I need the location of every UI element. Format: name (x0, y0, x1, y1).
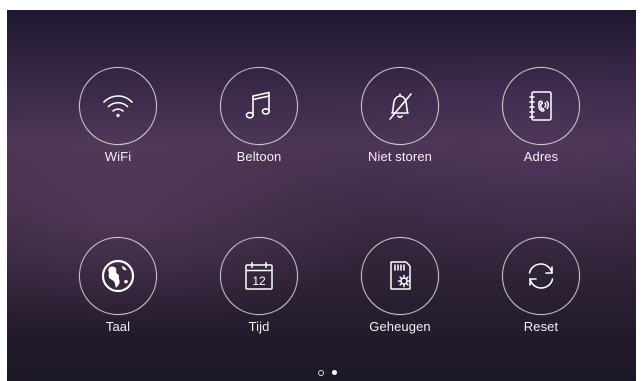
time-button[interactable]: 12 (220, 237, 298, 315)
time-tile[interactable]: 12 Tijd (199, 237, 319, 357)
settings-screen: WiFi Beltoon Niet storen Adres Taal 12 T… (7, 10, 636, 381)
storage-tile[interactable]: Geheugen (340, 237, 460, 357)
wifi-icon (98, 86, 138, 126)
sd-card-settings-icon (380, 256, 420, 296)
calendar-icon: 12 (239, 256, 279, 296)
reset-button[interactable] (502, 237, 580, 315)
address-label: Adres (523, 149, 559, 164)
music-note-icon (239, 86, 279, 126)
language-button[interactable] (79, 237, 157, 315)
do-not-disturb-label: Niet storen (368, 149, 432, 164)
bell-muted-icon (380, 86, 420, 126)
reset-tile[interactable]: Reset (481, 237, 601, 357)
ringtone-button[interactable] (220, 67, 298, 145)
wifi-label: WiFi (104, 149, 132, 164)
wifi-button[interactable] (79, 67, 157, 145)
reset-label: Reset (523, 319, 559, 334)
ringtone-label: Beltoon (236, 149, 282, 164)
page-dot-2-active[interactable] (332, 370, 337, 375)
svg-text:12: 12 (252, 274, 266, 288)
address-book-icon (521, 86, 561, 126)
address-tile[interactable]: Adres (481, 67, 601, 187)
refresh-icon (521, 256, 561, 296)
do-not-disturb-button[interactable] (361, 67, 439, 145)
wifi-tile[interactable]: WiFi (58, 67, 178, 187)
page-dot-1[interactable] (318, 370, 324, 376)
globe-icon (98, 256, 138, 296)
storage-label: Geheugen (369, 319, 431, 334)
ringtone-tile[interactable]: Beltoon (199, 67, 319, 187)
do-not-disturb-tile[interactable]: Niet storen (340, 67, 460, 187)
time-label: Tijd (248, 319, 270, 334)
address-button[interactable] (502, 67, 580, 145)
language-tile[interactable]: Taal (58, 237, 178, 357)
storage-button[interactable] (361, 237, 439, 315)
page-indicator (318, 370, 358, 380)
language-label: Taal (105, 319, 131, 334)
